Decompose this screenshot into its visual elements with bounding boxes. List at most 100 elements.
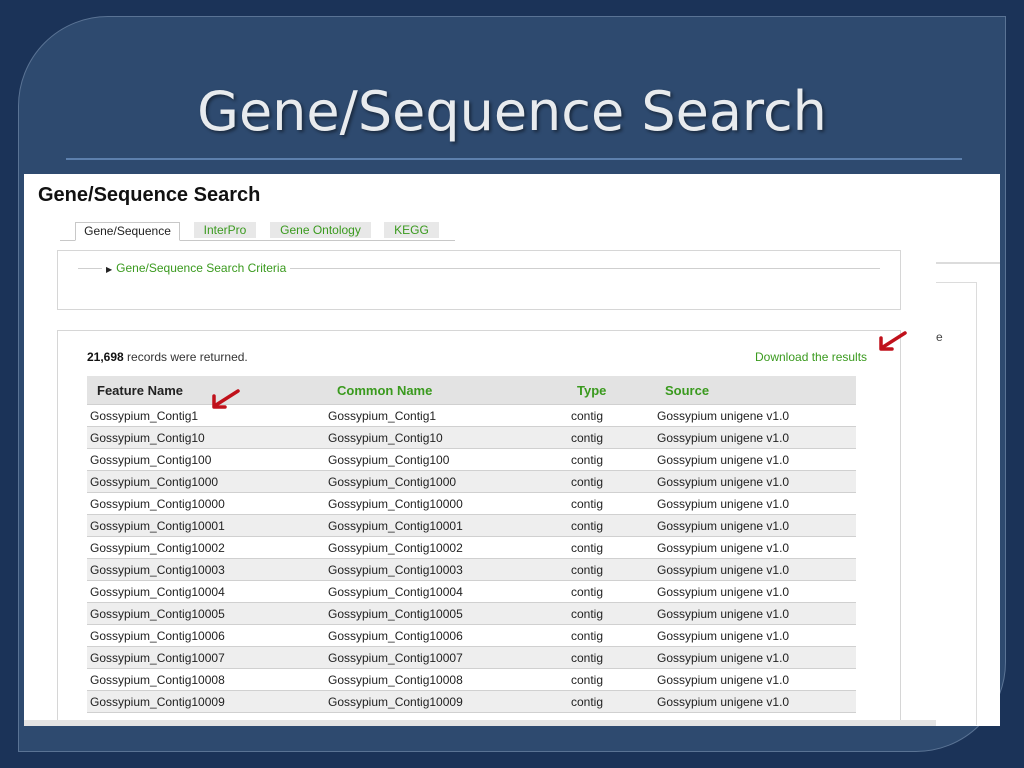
feature-name-cell[interactable]: Gossypium_Contig10009 — [87, 690, 325, 713]
feature-name-cell[interactable]: Gossypium_Contig10001 — [87, 514, 325, 537]
background-window-frame — [936, 282, 977, 725]
records-count-text: records were returned. — [123, 350, 248, 364]
type-cell: contig — [568, 646, 654, 669]
tab-gene-ontology[interactable]: Gene Ontology — [270, 222, 371, 238]
type-cell: contig — [568, 426, 654, 449]
table-row: Gossypium_Contig100 Gossypium_Contig100 co… — [87, 448, 856, 471]
common-name-cell: Gossypium_Contig10 — [325, 426, 568, 449]
type-cell: contig — [568, 470, 654, 493]
tab-interpro[interactable]: InterPro — [194, 222, 256, 238]
table-row: Gossypium_Contig10006 Gossypium_Contig100… — [87, 624, 856, 647]
lower-panel-edge — [24, 720, 936, 726]
table-header-row: Feature Name Common Name Type Source — [87, 376, 856, 405]
col-common-name[interactable]: Common Name — [325, 376, 568, 405]
common-name-cell: Gossypium_Contig10006 — [325, 624, 568, 647]
source-cell[interactable]: Gossypium unigene v1.0 — [654, 470, 856, 493]
source-cell[interactable]: Gossypium unigene v1.0 — [654, 426, 856, 449]
table-row: Gossypium_Contig1000 Gossypium_Contig1000… — [87, 470, 856, 493]
records-count-number: 21,698 — [87, 350, 124, 364]
source-cell[interactable]: Gossypium unigene v1.0 — [654, 492, 856, 515]
feature-name-cell[interactable]: Gossypium_Contig10008 — [87, 668, 325, 691]
source-cell[interactable]: Gossypium unigene v1.0 — [654, 690, 856, 713]
source-cell[interactable]: Gossypium unigene v1.0 — [654, 448, 856, 471]
type-cell: contig — [568, 624, 654, 647]
source-cell[interactable]: Gossypium unigene v1.0 — [654, 668, 856, 691]
download-results-link[interactable]: Download the results — [755, 350, 867, 364]
search-criteria-label: Gene/Sequence Search Criteria — [116, 261, 287, 275]
results-table: Feature Name Common Name Type Source Gos… — [87, 376, 856, 713]
source-cell[interactable]: Gossypium unigene v1.0 — [654, 558, 856, 581]
triangle-right-icon: ▶ — [106, 265, 113, 274]
source-cell[interactable]: Gossypium unigene v1.0 — [654, 536, 856, 559]
feature-name-cell[interactable]: Gossypium_Contig10003 — [87, 558, 325, 581]
common-name-cell: Gossypium_Contig10005 — [325, 602, 568, 625]
type-cell: contig — [568, 492, 654, 515]
type-cell: contig — [568, 448, 654, 471]
table-row: Gossypium_Contig10007 Gossypium_Contig100… — [87, 646, 856, 669]
source-cell[interactable]: Gossypium unigene v1.0 — [654, 404, 856, 427]
common-name-cell: Gossypium_Contig10008 — [325, 668, 568, 691]
red-arrow-annotation-feature — [212, 389, 240, 409]
col-source[interactable]: Source — [654, 376, 856, 405]
common-name-cell: Gossypium_Contig10000 — [325, 492, 568, 515]
table-row: Gossypium_Contig10003 Gossypium_Contig100… — [87, 558, 856, 581]
type-cell: contig — [568, 404, 654, 427]
search-criteria-toggle[interactable]: ▶ Gene/Sequence Search Criteria — [102, 261, 291, 275]
feature-name-cell[interactable]: Gossypium_Contig10004 — [87, 580, 325, 603]
search-criteria-box: ▶ Gene/Sequence Search Criteria — [57, 250, 901, 310]
common-name-cell: Gossypium_Contig10004 — [325, 580, 568, 603]
red-arrow-annotation-download — [879, 331, 907, 351]
feature-name-cell[interactable]: Gossypium_Contig1000 — [87, 470, 325, 493]
source-cell[interactable]: Gossypium unigene v1.0 — [654, 514, 856, 537]
type-cell: contig — [568, 536, 654, 559]
common-name-cell: Gossypium_Contig10003 — [325, 558, 568, 581]
type-cell: contig — [568, 668, 654, 691]
table-row: Gossypium_Contig10 Gossypium_Contig10 cont… — [87, 426, 856, 449]
table-row: Gossypium_Contig10009 Gossypium_Contig100… — [87, 690, 856, 713]
table-row: Gossypium_Contig10002 Gossypium_Contig100… — [87, 536, 856, 559]
feature-name-cell[interactable]: Gossypium_Contig10005 — [87, 602, 325, 625]
tab-kegg[interactable]: KEGG — [384, 222, 439, 238]
common-name-cell: Gossypium_Contig10007 — [325, 646, 568, 669]
common-name-cell: Gossypium_Contig1000 — [325, 470, 568, 493]
type-cell: contig — [568, 558, 654, 581]
type-cell: contig — [568, 602, 654, 625]
feature-name-cell[interactable]: Gossypium_Contig10000 — [87, 492, 325, 515]
tab-gene-sequence[interactable]: Gene/Sequence — [75, 222, 180, 241]
col-type[interactable]: Type — [568, 376, 654, 405]
type-cell: contig — [568, 690, 654, 713]
table-row: Gossypium_Contig10001 Gossypium_Contig100… — [87, 514, 856, 537]
source-cell[interactable]: Gossypium unigene v1.0 — [654, 646, 856, 669]
type-cell: contig — [568, 580, 654, 603]
tab-bar: Gene/Sequence InterPro Gene Ontology KEG… — [60, 222, 455, 241]
table-row: Gossypium_Contig10005 Gossypium_Contig100… — [87, 602, 856, 625]
feature-name-cell[interactable]: Gossypium_Contig1 — [87, 404, 325, 427]
records-count: 21,698 records were returned. — [87, 350, 248, 364]
table-row: Gossypium_Contig10000 Gossypium_Contig100… — [87, 492, 856, 515]
col-feature-name[interactable]: Feature Name — [87, 376, 325, 405]
slide-title: Gene/Sequence Search — [197, 80, 827, 143]
feature-name-cell[interactable]: Gossypium_Contig10 — [87, 426, 325, 449]
page-heading: Gene/Sequence Search — [38, 184, 261, 206]
results-body: Gossypium_Contig1 Gossypium_Contig1 contig… — [87, 404, 856, 713]
table-row: Gossypium_Contig10004 Gossypium_Contig100… — [87, 580, 856, 603]
source-cell[interactable]: Gossypium unigene v1.0 — [654, 624, 856, 647]
background-window-text: e — [936, 330, 943, 344]
common-name-cell: Gossypium_Contig10009 — [325, 690, 568, 713]
common-name-cell: Gossypium_Contig10002 — [325, 536, 568, 559]
background-window-edge — [936, 262, 1000, 264]
common-name-cell: Gossypium_Contig10001 — [325, 514, 568, 537]
feature-name-cell[interactable]: Gossypium_Contig10002 — [87, 536, 325, 559]
common-name-cell: Gossypium_Contig1 — [325, 404, 568, 427]
source-cell[interactable]: Gossypium unigene v1.0 — [654, 602, 856, 625]
feature-name-cell[interactable]: Gossypium_Contig10006 — [87, 624, 325, 647]
screenshot-panel: Gene/Sequence Search Gene/Sequence Inter… — [24, 174, 1000, 726]
source-cell[interactable]: Gossypium unigene v1.0 — [654, 580, 856, 603]
table-row: Gossypium_Contig10008 Gossypium_Contig100… — [87, 668, 856, 691]
common-name-cell: Gossypium_Contig100 — [325, 448, 568, 471]
feature-name-cell[interactable]: Gossypium_Contig10007 — [87, 646, 325, 669]
type-cell: contig — [568, 514, 654, 537]
feature-name-cell[interactable]: Gossypium_Contig100 — [87, 448, 325, 471]
table-row: Gossypium_Contig1 Gossypium_Contig1 contig… — [87, 404, 856, 427]
title-divider — [66, 158, 962, 160]
